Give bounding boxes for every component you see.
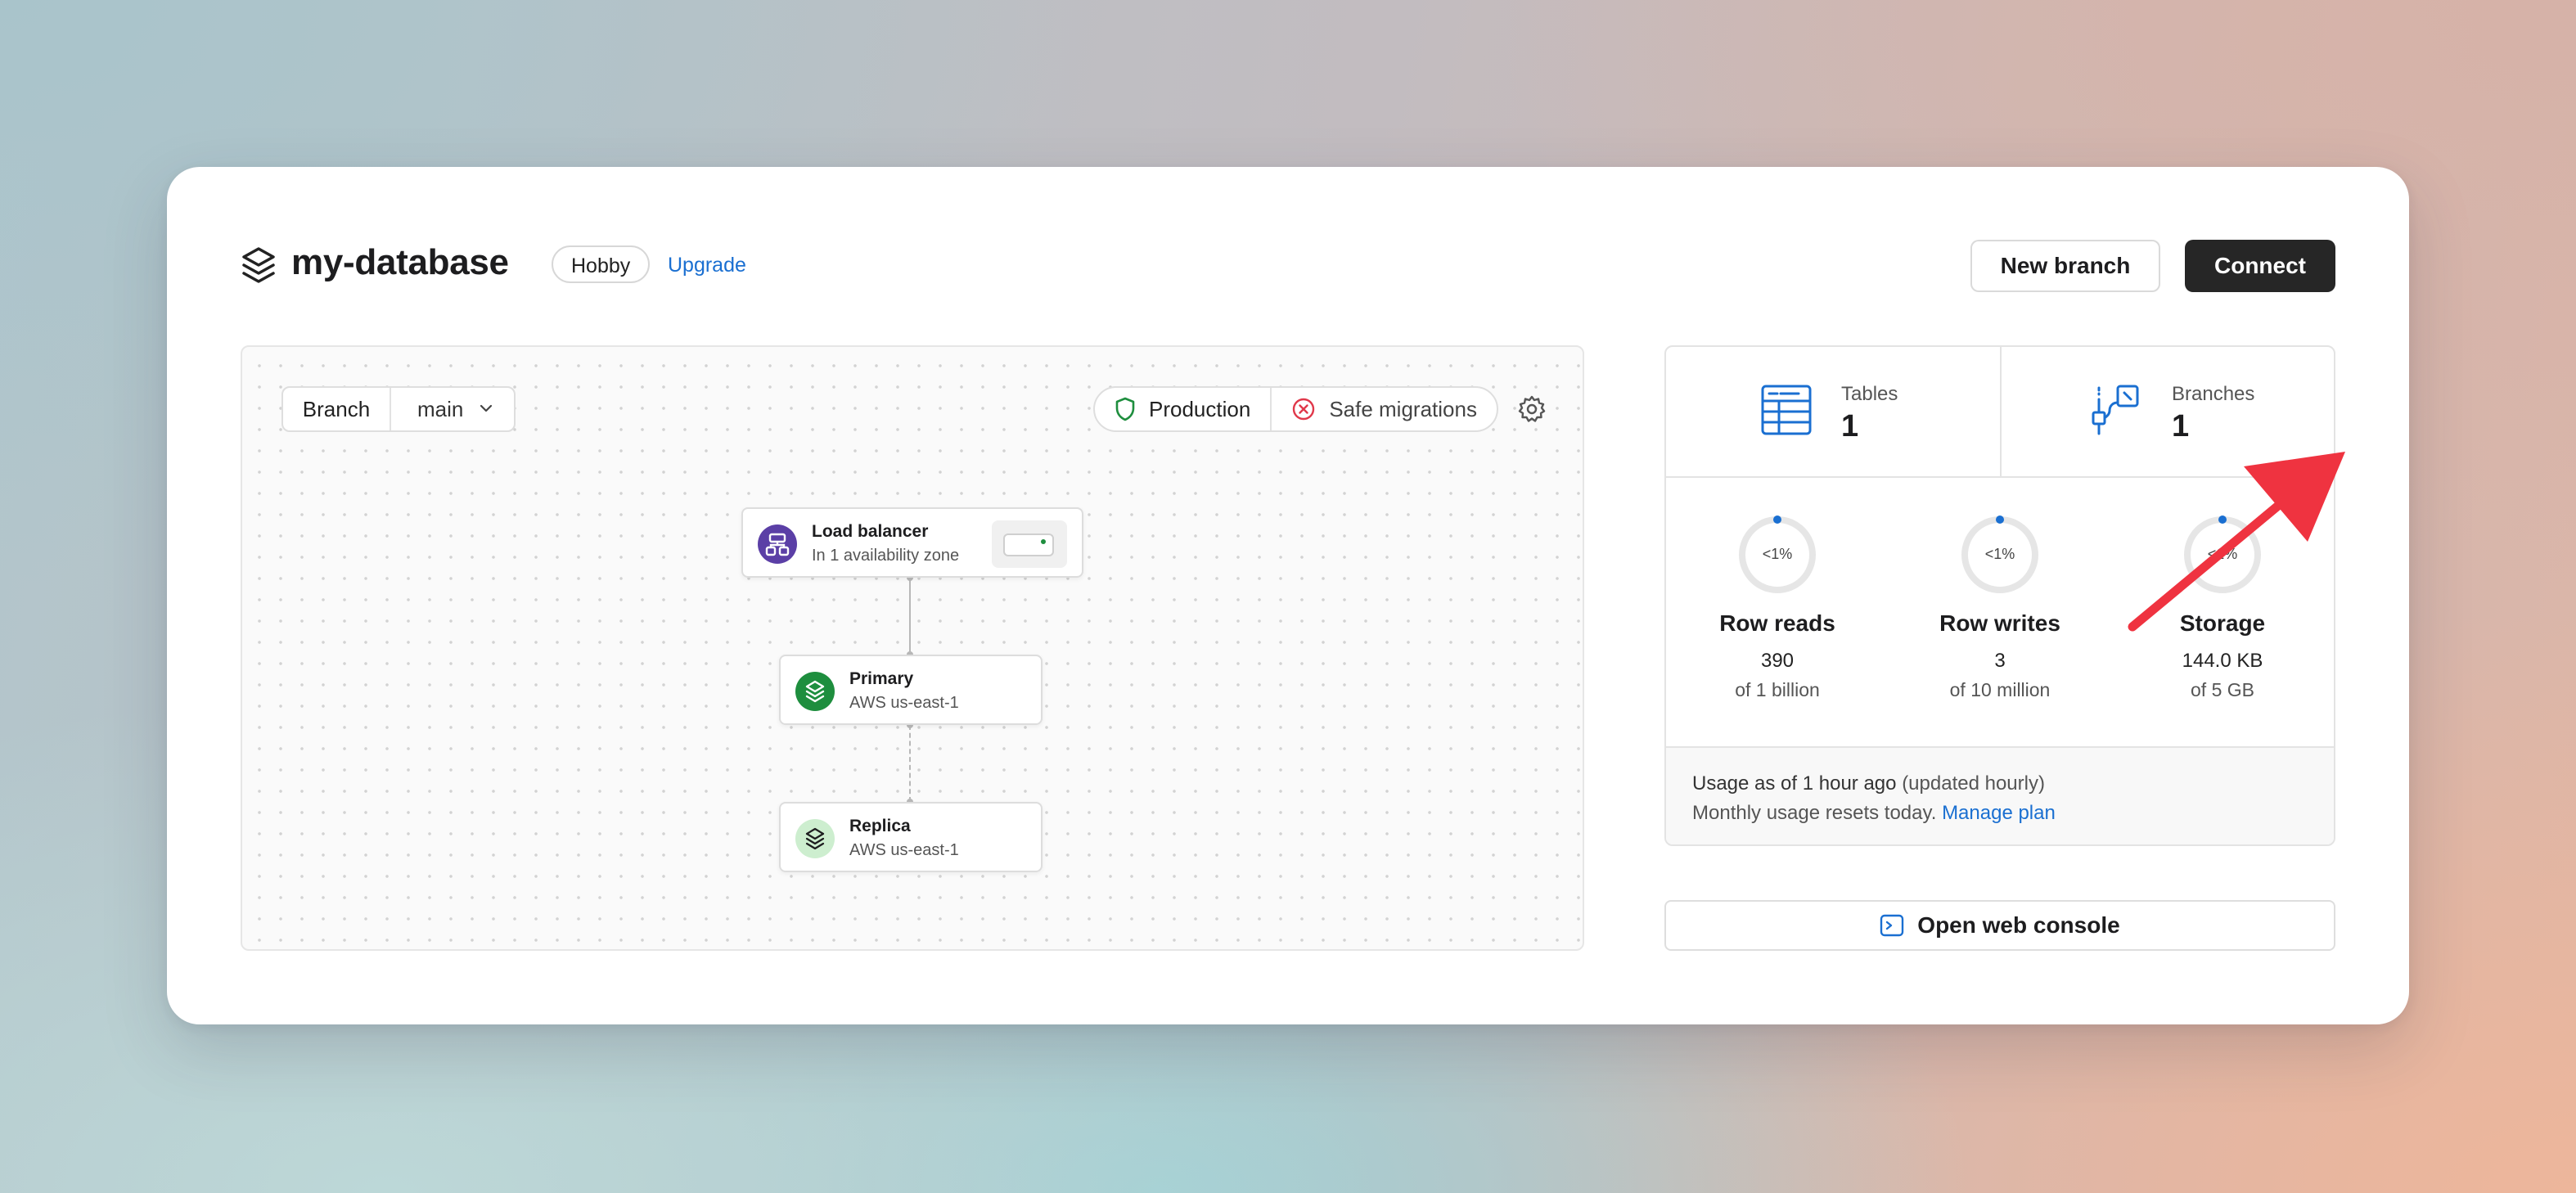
usage-reset-note: Monthly usage resets today. [1692, 802, 1937, 824]
usage-update-note: (updated hourly) [1902, 772, 2045, 795]
usage-timestamp-line: Usage as of 1 hour ago (updated hourly) [1692, 769, 2308, 799]
database-layers-icon [242, 247, 275, 283]
environment-status: Production Safe migrations [1093, 386, 1498, 432]
row-writes-value: 3 [1994, 650, 2006, 672]
usage-footer: Usage as of 1 hour ago (updated hourly) … [1666, 746, 2334, 844]
primary-title: Primary [849, 669, 914, 688]
new-branch-button[interactable]: New branch [1970, 240, 2160, 292]
load-balancer-subtitle: In 1 availability zone [812, 547, 960, 565]
production-badge[interactable]: Production [1095, 388, 1272, 430]
branches-label: Branches [2172, 383, 2255, 405]
tables-label: Tables [1841, 383, 1898, 405]
annotation-arrow-icon [2128, 452, 2345, 632]
replica-subtitle: AWS us-east-1 [849, 841, 959, 859]
safe-migrations-badge[interactable]: Safe migrations [1272, 388, 1497, 430]
primary-database-icon [795, 672, 835, 711]
branch-label: Branch [283, 388, 391, 430]
manage-plan-link[interactable]: Manage plan [1942, 802, 2056, 824]
storage-value: 144.0 KB [2182, 650, 2263, 672]
load-balancer-icon [758, 524, 797, 564]
toggle-pill [1003, 533, 1054, 556]
production-label: Production [1149, 396, 1251, 421]
chevron-down-icon [480, 404, 493, 412]
row-reads-percent: <1% [1762, 546, 1793, 562]
database-overview-card: my-database Hobby Upgrade New branch Con… [167, 167, 2409, 1024]
branch-icon [2092, 385, 2139, 435]
table-icon [1761, 385, 1812, 435]
open-web-console-label: Open web console [1917, 912, 2120, 938]
branch-dropdown[interactable]: main [391, 388, 514, 430]
branch-value: main [417, 397, 464, 421]
branch-selector[interactable]: Branch main [281, 386, 516, 432]
usage-reset-line: Monthly usage resets today. Manage plan [1692, 799, 2308, 828]
status-led [1041, 539, 1046, 544]
row-reads-name: Row reads [1719, 610, 1835, 636]
load-balancer-node[interactable]: Load balancer In 1 availability zone [741, 507, 1083, 578]
load-balancer-title: Load balancer [812, 522, 929, 541]
row-writes-percent: <1% [1984, 546, 2015, 562]
open-web-console-button[interactable]: Open web console [1664, 900, 2335, 951]
primary-node[interactable]: Primary AWS us-east-1 [779, 655, 1043, 725]
upgrade-link[interactable]: Upgrade [668, 254, 746, 277]
architecture-diagram: Branch main Production Safe migrations L… [241, 345, 1584, 951]
load-balancer-status-toggle[interactable] [992, 520, 1067, 568]
replica-database-icon [795, 819, 835, 858]
primary-subtitle: AWS us-east-1 [849, 694, 959, 712]
x-circle-icon [1293, 398, 1315, 421]
database-name: my-database [291, 242, 509, 282]
row-writes-name: Row writes [1939, 610, 2060, 636]
gear-icon[interactable] [1517, 394, 1547, 424]
primary-replica-connector [909, 725, 911, 802]
row-reads-limit: of 1 billion [1735, 679, 1820, 700]
replica-node[interactable]: Replica AWS us-east-1 [779, 802, 1043, 872]
storage-limit: of 5 GB [2191, 679, 2254, 700]
replica-title: Replica [849, 817, 911, 835]
terminal-icon [1880, 914, 1904, 937]
safe-migrations-label: Safe migrations [1329, 396, 1477, 421]
shield-icon [1115, 397, 1135, 421]
row-reads-value: 390 [1760, 650, 1795, 672]
row-writes-limit: of 10 million [1949, 679, 2051, 700]
plan-badge: Hobby [552, 245, 651, 283]
usage-as-of: Usage as of 1 hour ago [1692, 772, 1897, 795]
lb-primary-connector [909, 578, 911, 655]
connect-button[interactable]: Connect [2185, 240, 2335, 292]
tile-divider [2000, 347, 2002, 476]
tables-value: 1 [1841, 409, 1859, 443]
